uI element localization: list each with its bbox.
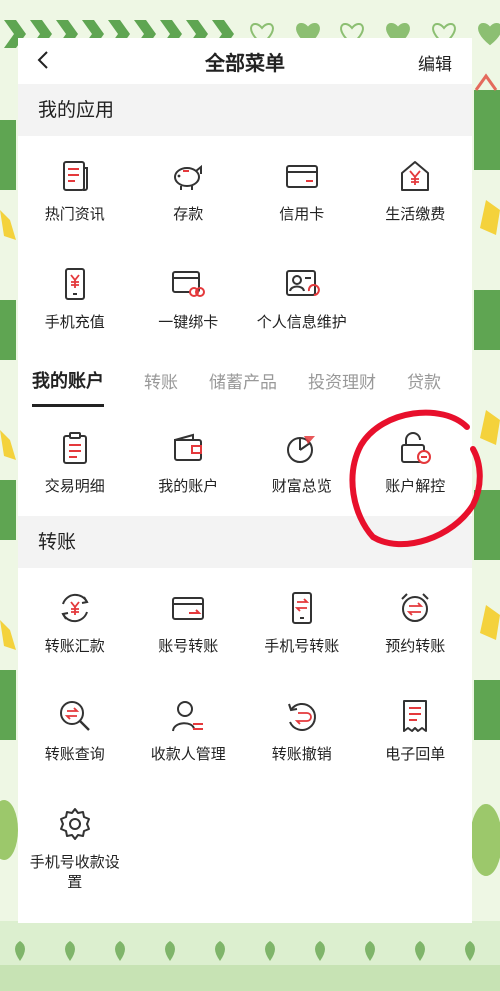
transfer-item-transfer-revoke[interactable]: 转账撤销 [245, 676, 359, 784]
transfer-item-label: 转账撤销 [271, 745, 332, 763]
app-item-label: 个人信息维护 [256, 313, 347, 331]
section-header-transfer: 转账 [18, 516, 472, 568]
transfer-item-transfer-query[interactable]: 转账查询 [18, 676, 132, 784]
account-item-account-unfreeze[interactable]: 账户解控 [359, 408, 473, 516]
app-item-label: 存款 [173, 205, 204, 223]
menu-page: 全部菜单 编辑 我的应用 热门资讯 存款 信用卡 生活缴费 手机充值 一键绑卡 … [18, 38, 472, 923]
phone-transfer-icon [291, 592, 312, 624]
settings-gear-icon [59, 808, 90, 840]
transfer-item-payee-management[interactable]: 收款人管理 [132, 676, 246, 784]
profile-card-icon [285, 270, 320, 296]
app-item-credit-card[interactable]: 信用卡 [245, 136, 359, 244]
tab-loans[interactable]: 贷款 [407, 368, 441, 393]
account-item-label: 账户解控 [385, 477, 446, 495]
app-item-bind-card[interactable]: 一键绑卡 [132, 244, 246, 352]
piggy-bank-icon [174, 164, 203, 190]
news-icon [62, 161, 88, 191]
edit-button[interactable]: 编辑 [418, 50, 452, 75]
top-bar: 全部菜单 编辑 [18, 38, 472, 84]
page-title: 全部菜单 [205, 51, 285, 75]
credit-card-icon [285, 165, 318, 188]
tab-transfer[interactable]: 转账 [144, 368, 178, 393]
unlock-icon [401, 432, 432, 464]
app-item-life-payment[interactable]: 生活缴费 [359, 136, 473, 244]
account-item-wealth-overview[interactable]: 财富总览 [245, 408, 359, 516]
transfer-item-scheduled-transfer[interactable]: 预约转账 [359, 568, 473, 676]
decorative-frame-bottom [0, 921, 500, 991]
app-item-label: 手机充值 [44, 313, 105, 331]
transfer-item-label: 手机号收款设置 [29, 853, 120, 891]
account-item-label: 财富总览 [271, 477, 332, 495]
my-apps-grid: 热门资讯 存款 信用卡 生活缴费 手机充值 一键绑卡 个人信息维护 [18, 136, 472, 352]
app-item-label: 信用卡 [279, 205, 325, 223]
clipboard-list-icon [62, 432, 87, 464]
phone-topup-icon [64, 268, 85, 300]
account-item-my-account[interactable]: 我的账户 [132, 408, 246, 516]
decorative-frame-left [0, 50, 18, 930]
tab-my-account[interactable]: 我的账户 [32, 367, 104, 407]
payee-icon [172, 701, 204, 732]
app-item-profile-maintenance[interactable]: 个人信息维护 [245, 244, 359, 352]
app-item-label: 生活缴费 [385, 205, 446, 223]
home-payment-icon [401, 161, 430, 191]
transfer-item-label: 预约转账 [385, 637, 446, 655]
currency-exchange-icon [61, 593, 89, 623]
transfer-item-label: 账号转账 [158, 637, 219, 655]
account-grid: 交易明细 我的账户 财富总览 账户解控 [18, 408, 472, 516]
app-item-phone-topup[interactable]: 手机充值 [18, 244, 132, 352]
section-header-my-apps: 我的应用 [18, 84, 472, 136]
tab-investment[interactable]: 投资理财 [308, 368, 376, 393]
transfer-item-account-transfer[interactable]: 账号转账 [132, 568, 246, 676]
search-transfer-icon [59, 701, 90, 731]
wallet-icon [174, 433, 203, 461]
card-transfer-icon [172, 597, 205, 620]
transfer-grid: 转账汇款 账号转账 手机号转账 预约转账 转账查询 收款人管理 转账撤销 电子回… [18, 568, 472, 906]
transfer-item-e-receipt[interactable]: 电子回单 [359, 676, 473, 784]
account-item-transaction-details[interactable]: 交易明细 [18, 408, 132, 516]
app-item-hot-news[interactable]: 热门资讯 [18, 136, 132, 244]
transfer-item-label: 电子回单 [385, 745, 446, 763]
transfer-item-label: 转账查询 [44, 745, 105, 763]
transfer-item-label: 转账汇款 [44, 637, 105, 655]
decorative-frame-right [472, 50, 500, 930]
transfer-item-phone-transfer[interactable]: 手机号转账 [245, 568, 359, 676]
transfer-item-label: 手机号转账 [264, 637, 340, 655]
transfer-item-label: 收款人管理 [150, 745, 226, 763]
app-item-label: 热门资讯 [44, 205, 105, 223]
account-item-label: 交易明细 [44, 477, 105, 495]
receipt-icon [403, 700, 428, 732]
account-item-label: 我的账户 [158, 477, 219, 495]
app-item-label: 一键绑卡 [158, 313, 219, 331]
category-tabs: 我的账户 转账 储蓄产品 投资理财 贷款 [18, 352, 472, 408]
pie-chart-icon [286, 436, 315, 463]
app-item-deposit[interactable]: 存款 [132, 136, 246, 244]
undo-transfer-icon [287, 703, 316, 731]
transfer-item-remittance[interactable]: 转账汇款 [18, 568, 132, 676]
alarm-transfer-icon [401, 593, 429, 622]
transfer-item-phone-receipt-settings[interactable]: 手机号收款设置 [18, 784, 132, 906]
tab-savings-products[interactable]: 储蓄产品 [209, 368, 277, 393]
bind-card-icon [172, 271, 206, 297]
